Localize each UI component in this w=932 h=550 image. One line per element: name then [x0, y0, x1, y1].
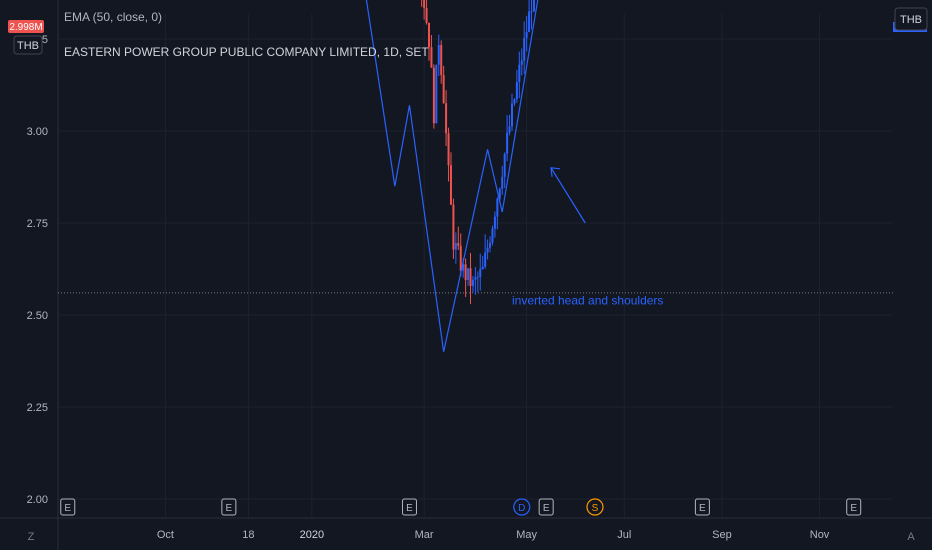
candle[interactable] [471, 279, 474, 286]
event-label: E [64, 503, 71, 514]
candle[interactable] [440, 45, 443, 76]
candle[interactable] [528, 11, 531, 33]
candle[interactable] [489, 242, 492, 248]
candle[interactable] [430, 47, 433, 68]
y-tick-label: 2.75 [27, 218, 48, 230]
symbol-title[interactable]: EASTERN POWER GROUP PUBLIC COMPANY LIMIT… [64, 45, 429, 59]
candle[interactable] [425, 7, 428, 23]
x-tick-label: Oct [157, 529, 174, 541]
candle[interactable] [518, 64, 521, 82]
event-label: E [406, 503, 413, 514]
candle[interactable] [435, 64, 438, 124]
candle[interactable] [445, 103, 448, 134]
x-tick-label: 18 [242, 529, 254, 541]
x-tick-label: Jul [617, 529, 631, 541]
y-tick-label: 3.00 [27, 126, 48, 138]
candle[interactable] [454, 243, 457, 250]
candle[interactable] [484, 252, 487, 267]
y-tick-label: 2.50 [27, 310, 48, 322]
candle[interactable] [520, 60, 523, 65]
candle[interactable] [437, 45, 440, 65]
event-label: D [518, 503, 525, 514]
candle[interactable] [510, 103, 513, 127]
candle[interactable] [481, 266, 484, 269]
annotation-text[interactable]: inverted head and shoulders [512, 293, 663, 307]
candle[interactable] [530, 11, 533, 13]
candle[interactable] [501, 176, 504, 189]
event-label: E [850, 503, 857, 514]
zoom-button[interactable]: Z [28, 531, 35, 543]
x-tick-label: May [516, 529, 537, 541]
y-tick-label: 2.25 [27, 402, 48, 414]
candle[interactable] [523, 38, 526, 61]
volume-badge: 2.998M [9, 22, 42, 33]
candle[interactable] [469, 268, 472, 286]
candle[interactable] [493, 216, 496, 229]
chart-root[interactable]: 2.002.252.502.753.003.253.503.754.004.25… [0, 0, 932, 550]
auto-scale-button[interactable]: A [907, 531, 915, 543]
currency-left-label: THB [17, 40, 39, 52]
candle[interactable] [452, 204, 455, 250]
candle[interactable] [479, 268, 482, 277]
candle[interactable] [503, 153, 506, 177]
candle[interactable] [447, 133, 450, 166]
candle[interactable] [432, 67, 435, 124]
candle[interactable] [476, 276, 479, 278]
indicator-legend[interactable]: EMA (50, close, 0) [64, 10, 162, 24]
candle[interactable] [428, 22, 431, 48]
candle[interactable] [515, 81, 518, 100]
y-tick-label: 2.00 [27, 494, 48, 506]
candle[interactable] [491, 228, 494, 243]
x-tick-label: 2020 [300, 529, 324, 541]
candle[interactable] [459, 245, 462, 271]
event-label: E [226, 503, 233, 514]
candle[interactable] [467, 268, 470, 281]
candle[interactable] [508, 126, 511, 133]
candle[interactable] [474, 277, 477, 280]
candle[interactable] [506, 132, 509, 154]
candle[interactable] [423, 0, 426, 8]
event-label: E [699, 503, 706, 514]
event-label: S [592, 503, 599, 514]
candle[interactable] [464, 264, 467, 281]
currency-right-label: THB [900, 14, 922, 26]
x-tick-label: Sep [712, 529, 732, 541]
candle[interactable] [486, 247, 489, 253]
candle[interactable] [442, 75, 445, 104]
candle[interactable] [513, 99, 516, 104]
candle[interactable] [532, 0, 535, 12]
x-tick-label: Nov [810, 529, 830, 541]
x-tick-label: Mar [415, 529, 434, 541]
candle[interactable] [496, 198, 499, 217]
candle[interactable] [457, 243, 460, 246]
candle[interactable] [449, 165, 452, 205]
candle[interactable] [525, 32, 528, 39]
event-label: E [543, 503, 550, 514]
